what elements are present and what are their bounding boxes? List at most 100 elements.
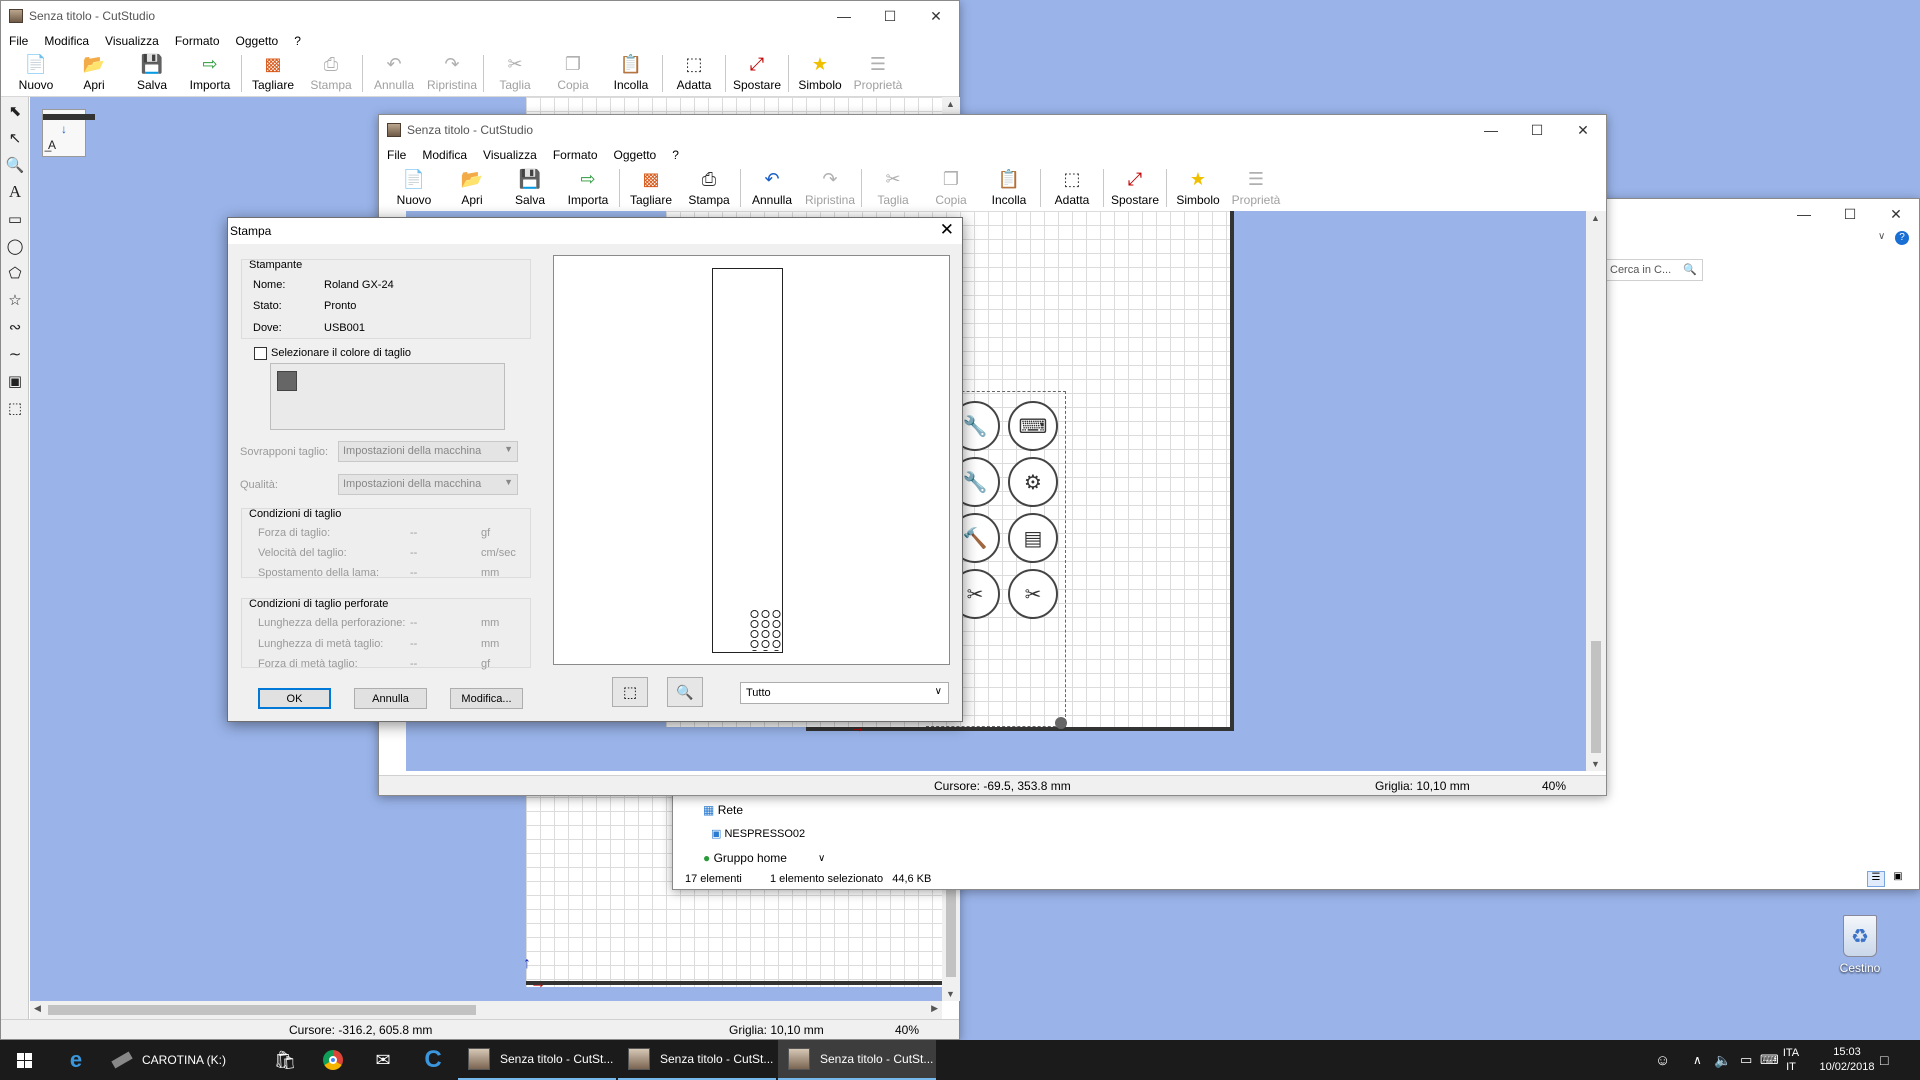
ok-button[interactable]: OK bbox=[258, 688, 331, 709]
close-button[interactable]: ✕ bbox=[1560, 115, 1606, 145]
nav-item-computer[interactable]: ▣ NESPRESSO02 bbox=[711, 827, 805, 840]
taskbar-edge[interactable]: e bbox=[58, 1040, 94, 1080]
menu-oggetto[interactable]: Oggetto bbox=[228, 34, 287, 48]
toolbar-annulla-button[interactable]: ↶ Annulla bbox=[365, 51, 423, 96]
select-tool-icon[interactable]: ⬉ bbox=[1, 97, 29, 124]
toolbar-ripristina-button[interactable]: ↷ Ripristina bbox=[423, 51, 481, 96]
curve-tool-icon[interactable]: ∼ bbox=[1, 340, 29, 367]
explorer-minimize-button[interactable]: — bbox=[1781, 199, 1827, 229]
menu-modifica[interactable]: Modifica bbox=[36, 34, 97, 48]
tool-symbol[interactable]: ⚙ bbox=[1008, 457, 1058, 507]
help-icon[interactable]: ? bbox=[1895, 231, 1909, 245]
explorer-close-button[interactable]: ✕ bbox=[1873, 199, 1919, 229]
minimize-button[interactable]: — bbox=[1468, 115, 1514, 145]
toolbar-adatta-button[interactable]: ⬚ Adatta bbox=[665, 51, 723, 96]
explorer-maximize-button[interactable]: ☐ bbox=[1827, 199, 1873, 229]
taskbar-app-1[interactable]: Senza titolo - CutSt... bbox=[458, 1040, 616, 1080]
toolbar-annulla-button[interactable]: ↶ Annulla bbox=[743, 165, 801, 211]
toolbar-nuovo-button[interactable]: 📄 Nuovo bbox=[7, 51, 65, 96]
zoom-tool-icon[interactable]: 🔍 bbox=[1, 151, 29, 178]
selection-handle[interactable] bbox=[1055, 717, 1067, 729]
polyline-tool-icon[interactable]: ∾ bbox=[1, 313, 29, 340]
dialog-close-button[interactable]: ✕ bbox=[940, 220, 954, 240]
second-vertical-scrollbar[interactable]: ▲ ▼ bbox=[1586, 211, 1606, 771]
toolbar-importa-button[interactable]: ⇨ Importa bbox=[181, 51, 239, 96]
toolbar-simbolo-button[interactable]: ★ Simbolo bbox=[791, 51, 849, 96]
menu-formato[interactable]: Formato bbox=[545, 148, 606, 162]
toolbar-salva-button[interactable]: 💾 Salva bbox=[123, 51, 181, 96]
toolbar-stampa-button[interactable]: ⎙ Stampa bbox=[302, 51, 360, 96]
fill-tool-icon[interactable]: ▣ bbox=[1, 367, 29, 394]
toolbar-spostare-button[interactable]: ⤢ Spostare bbox=[728, 51, 786, 96]
toolbar-propriet-button[interactable]: ☰ Proprietà bbox=[1227, 165, 1285, 211]
toolbar-incolla-button[interactable]: 📋 Incolla bbox=[980, 165, 1038, 211]
toolbar-propriet-button[interactable]: ☰ Proprietà bbox=[849, 51, 907, 96]
menu-help[interactable]: ? bbox=[286, 34, 309, 48]
volume-icon[interactable]: 🔈 bbox=[1714, 1040, 1731, 1080]
tool-symbol[interactable]: ⌨ bbox=[1008, 401, 1058, 451]
toolbar-copia-button[interactable]: ❐ Copia bbox=[544, 51, 602, 96]
toolbar-stampa-button[interactable]: ⎙ Stampa bbox=[680, 165, 738, 211]
maximize-button[interactable]: ☐ bbox=[867, 1, 913, 31]
polygon-tool-icon[interactable]: ⬠ bbox=[1, 259, 29, 286]
toolbar-apri-button[interactable]: 📂 Apri bbox=[443, 165, 501, 211]
tool-symbol[interactable]: ✂ bbox=[1008, 569, 1058, 619]
ellipse-tool-icon[interactable]: ◯ bbox=[1, 232, 29, 259]
minimize-button[interactable]: — bbox=[821, 1, 867, 31]
details-view-icon[interactable]: ☰ bbox=[1867, 871, 1885, 887]
menu-file[interactable]: File bbox=[379, 148, 414, 162]
toolbar-incolla-button[interactable]: 📋 Incolla bbox=[602, 51, 660, 96]
search-box[interactable]: Cerca in C... 🔍 bbox=[1603, 259, 1703, 281]
cut-color-checkbox[interactable] bbox=[254, 347, 267, 360]
node-edit-tool-icon[interactable]: ↖ bbox=[1, 124, 29, 151]
nav-item-homegroup[interactable]: ● Gruppo home bbox=[703, 851, 787, 865]
menu-formato[interactable]: Formato bbox=[167, 34, 228, 48]
menu-visualizza[interactable]: Visualizza bbox=[475, 148, 545, 162]
menu-file[interactable]: File bbox=[1, 34, 36, 48]
fit-preview-button[interactable]: ⬚ bbox=[612, 677, 648, 707]
rectangle-tool-icon[interactable]: ▭ bbox=[1, 205, 29, 232]
dialog-titlebar[interactable]: Stampa ✕ bbox=[228, 218, 962, 244]
notification-icon[interactable]: □ bbox=[1880, 1040, 1888, 1080]
nav-scroll-down-icon[interactable]: ∨ bbox=[818, 853, 825, 864]
taskbar-chrome[interactable] bbox=[318, 1040, 348, 1080]
cutter-sheet-icon[interactable]: ↓ ̲A bbox=[42, 109, 95, 157]
marquee-tool-icon[interactable]: ⬚ bbox=[1, 394, 29, 421]
tiles-view-icon[interactable]: ▣ bbox=[1889, 871, 1907, 887]
taskbar-app-3[interactable]: Senza titolo - CutSt... bbox=[778, 1040, 936, 1080]
modify-button[interactable]: Modifica... bbox=[450, 688, 523, 709]
menu-modifica[interactable]: Modifica bbox=[414, 148, 475, 162]
second-titlebar[interactable]: Senza titolo - CutStudio — ☐ ✕ bbox=[379, 115, 1606, 145]
taskbar-mail[interactable]: ✉ bbox=[368, 1040, 398, 1080]
close-button[interactable]: ✕ bbox=[913, 1, 959, 31]
cancel-button[interactable]: Annulla bbox=[354, 688, 427, 709]
taskbar-store[interactable]: 🛍 bbox=[270, 1040, 300, 1080]
maximize-button[interactable]: ☐ bbox=[1514, 115, 1560, 145]
start-button[interactable] bbox=[0, 1040, 48, 1080]
recycle-bin-desktop-icon[interactable]: ♻ Cestino bbox=[1820, 915, 1900, 985]
toolbar-taglia-button[interactable]: ✂ Taglia bbox=[864, 165, 922, 211]
range-select[interactable]: Tutto ∨ bbox=[740, 682, 949, 704]
ribbon-expand-icon[interactable]: ∨ bbox=[1878, 231, 1885, 242]
network-tray-icon[interactable]: ▭ bbox=[1740, 1040, 1752, 1080]
taskbar-app-2[interactable]: Senza titolo - CutSt... bbox=[618, 1040, 776, 1080]
toolbar-tagliare-button[interactable]: ▩ Tagliare bbox=[244, 51, 302, 96]
zoom-preview-button[interactable]: 🔍 bbox=[667, 677, 703, 707]
toolbar-salva-button[interactable]: 💾 Salva bbox=[501, 165, 559, 211]
toolbar-spostare-button[interactable]: ⤢ Spostare bbox=[1106, 165, 1164, 211]
menu-oggetto[interactable]: Oggetto bbox=[606, 148, 665, 162]
toolbar-simbolo-button[interactable]: ★ Simbolo bbox=[1169, 165, 1227, 211]
tray-chevron-icon[interactable]: ∧ bbox=[1693, 1040, 1702, 1080]
tool-symbol[interactable]: ▤ bbox=[1008, 513, 1058, 563]
toolbar-nuovo-button[interactable]: 📄 Nuovo bbox=[385, 165, 443, 211]
nav-item-network[interactable]: ▦ Rete bbox=[703, 803, 743, 817]
main-horizontal-scrollbar[interactable]: ◀ ▶ bbox=[30, 1001, 942, 1019]
toolbar-adatta-button[interactable]: ⬚ Adatta bbox=[1043, 165, 1101, 211]
toolbar-ripristina-button[interactable]: ↷ Ripristina bbox=[801, 165, 859, 211]
text-tool-icon[interactable]: A bbox=[1, 178, 29, 205]
toolbar-apri-button[interactable]: 📂 Apri bbox=[65, 51, 123, 96]
menu-help[interactable]: ? bbox=[664, 148, 687, 162]
taskbar-ccleaner[interactable]: C bbox=[418, 1040, 448, 1080]
toolbar-importa-button[interactable]: ⇨ Importa bbox=[559, 165, 617, 211]
star-tool-icon[interactable]: ☆ bbox=[1, 286, 29, 313]
